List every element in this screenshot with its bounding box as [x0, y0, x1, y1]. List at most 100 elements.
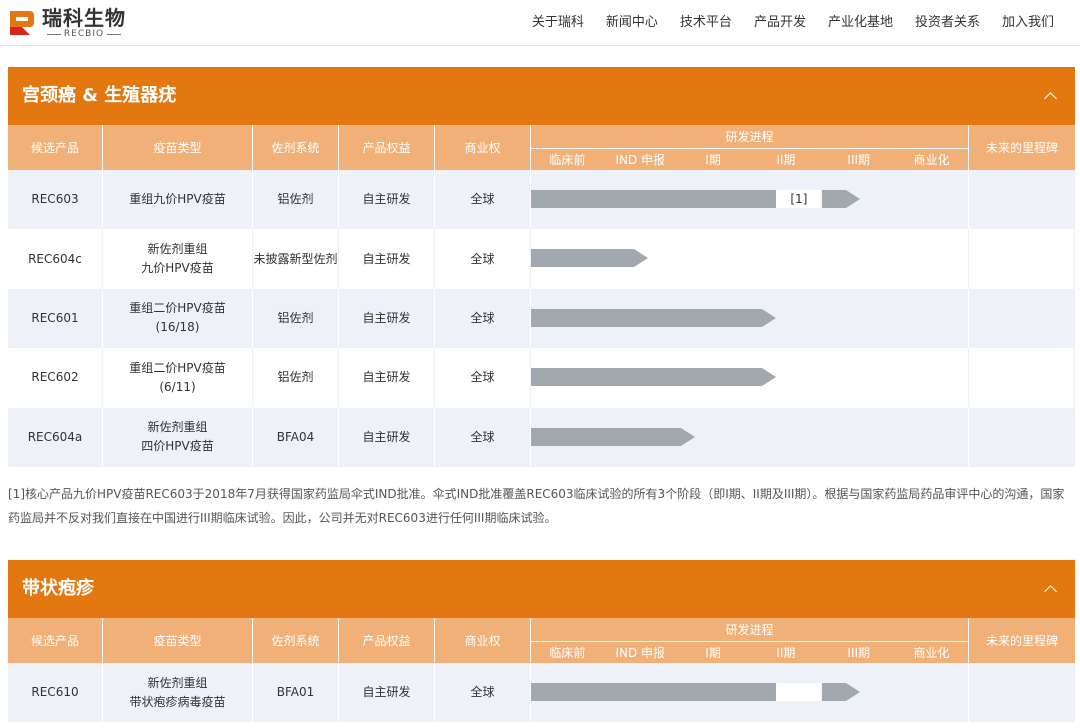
progress-arrow-icon: [761, 368, 776, 387]
stage-phase2: II期: [776, 646, 796, 660]
progress-bar-body: [531, 308, 762, 327]
progress-bar-segment: [821, 190, 846, 208]
progress-arrow-icon: [633, 249, 648, 268]
milestone-cell: [969, 170, 1075, 229]
nav-technology[interactable]: 技术平台: [680, 11, 732, 30]
progress-arrow-icon: [761, 308, 776, 327]
vaccine-type-line: 重组二价HPV疫苗: [129, 301, 226, 316]
progress-bar-body: [531, 249, 634, 268]
commercial-cell: 全球: [435, 288, 531, 349]
logo-name-en: RECBIO: [44, 29, 124, 39]
rights-cell: 自主研发: [339, 663, 435, 723]
stage-commercial: 商业化: [913, 646, 950, 660]
col-commercial: 商业权: [435, 125, 531, 170]
table-header: 候选产品 疫苗类型 佐剂系统 产品权益 商业权 研发进程 临床前 IND 申报 …: [8, 618, 1075, 663]
table-row: REC604c 新佐剂重组 九价HPV疫苗 未披露新型佐剂 自主研发 全球: [8, 229, 1075, 289]
progress-bar-body: [531, 427, 682, 446]
progress-cell: [531, 407, 969, 467]
table-row: REC610 新佐剂重组 带状疱疹病毒疫苗 BFA01 自主研发 全球: [8, 663, 1075, 723]
stage-commercial: 商业化: [913, 153, 950, 167]
vaccine-type-line: 新佐剂重组: [147, 420, 208, 435]
vaccine-type-cell: 新佐剂重组 四价HPV疫苗: [103, 407, 253, 467]
stage-labels: 临床前 IND 申报 I期 II期 III期 商业化: [531, 149, 968, 170]
footnote: [1]核心产品九价HPV疫苗REC603于2018年7月获得国家药监局伞式IND…: [8, 487, 1065, 525]
vaccine-type-cell: 重组九价HPV疫苗: [103, 170, 253, 230]
vaccine-type-line: 重组二价HPV疫苗: [129, 360, 226, 375]
progress-cell: [531, 348, 969, 408]
stage-phase2: II期: [776, 153, 796, 167]
progress-bar-gap: [776, 683, 822, 701]
stage-ind: IND 申报: [615, 153, 666, 167]
col-rights: 产品权益: [339, 618, 435, 663]
progress-bar-body: [531, 190, 777, 208]
progress-arrow-icon: [845, 683, 860, 701]
col-vaccine-type: 疫苗类型: [103, 125, 253, 170]
table-header: 候选产品 疫苗类型 佐剂系统 产品权益 商业权 研发进程 临床前 IND 申报 …: [8, 125, 1075, 170]
col-commercial: 商业权: [435, 618, 531, 663]
stage-ind: IND 申报: [615, 646, 666, 660]
stage-phase1: I期: [705, 153, 721, 167]
table-body: REC603 重组九价HPV疫苗 铝佐剂 自主研发 全球 [1] REC604c 新佐剂重组九…: [8, 170, 1075, 467]
adjuvant-cell: 铝佐剂: [253, 288, 339, 349]
progress-cell: [531, 229, 969, 289]
commercial-cell: 全球: [435, 348, 531, 408]
rights-cell: 自主研发: [339, 170, 435, 230]
progress-bar-gap: [1]: [776, 190, 822, 208]
table-row: REC601 重组二价HPV疫苗 (16/18) 铝佐剂 自主研发 全球: [8, 288, 1075, 349]
recbio-logo-icon: [8, 9, 36, 37]
vaccine-type-cell: 新佐剂重组 带状疱疹病毒疫苗: [103, 663, 253, 723]
nav-careers[interactable]: 加入我们: [1002, 11, 1054, 30]
progress-bar-body: [531, 368, 762, 387]
nav-manufacturing[interactable]: 产业化基地: [828, 11, 893, 30]
progress-title: 研发进程: [531, 618, 968, 642]
vaccine-type-cell: 重组二价HPV疫苗 (16/18): [103, 288, 253, 349]
pipeline-section-shingles: 带状疱疹 候选产品 疫苗类型 佐剂系统 产品权益 商业权 研发进程 临床前 IN…: [8, 560, 1075, 723]
rights-cell: 自主研发: [339, 229, 435, 289]
col-milestone: 未来的里程碑: [985, 634, 1058, 648]
section-title: 宫颈癌 & 生殖器疣: [22, 85, 177, 106]
nav-investors[interactable]: 投资者关系: [915, 11, 980, 30]
rights-cell: 自主研发: [339, 407, 435, 467]
progress-arrow-icon: [845, 190, 860, 208]
candidate-cell: REC601: [8, 288, 103, 349]
stage-phase1: I期: [705, 646, 721, 660]
section-title: 带状疱疹: [22, 578, 94, 599]
adjuvant-cell: 未披露新型佐剂: [253, 229, 339, 289]
site-header: 瑞科生物 RECBIO 关于瑞科 新闻中心 技术平台 产品开发 产业化基地 投资…: [0, 0, 1080, 46]
section-header: 带状疱疹: [8, 560, 1075, 618]
vaccine-type-line: 九价HPV疫苗: [141, 261, 214, 276]
table-row: REC603 重组九价HPV疫苗 铝佐剂 自主研发 全球 [1]: [8, 170, 1075, 230]
table-row: REC604a 新佐剂重组 四价HPV疫苗 BFA04 自主研发 全球: [8, 407, 1075, 467]
progress-cell: [531, 663, 969, 723]
stage-phase3: III期: [847, 646, 871, 660]
chevron-up-icon[interactable]: [1041, 86, 1061, 106]
main-nav: 关于瑞科 新闻中心 技术平台 产品开发 产业化基地 投资者关系 加入我们: [510, 0, 1054, 40]
rights-cell: 自主研发: [339, 288, 435, 349]
vaccine-type-line: 新佐剂重组: [147, 242, 208, 257]
logo[interactable]: 瑞科生物 RECBIO: [8, 5, 126, 41]
table-row: REC602 重组二价HPV疫苗 (6/11) 铝佐剂 自主研发 全球: [8, 348, 1075, 408]
adjuvant-cell: 铝佐剂: [253, 348, 339, 408]
col-candidate: 候选产品: [8, 125, 103, 170]
milestone-cell: [969, 229, 1075, 289]
adjuvant-cell: 铝佐剂: [253, 170, 339, 230]
stage-preclinical: 临床前: [549, 646, 586, 660]
chevron-up-icon[interactable]: [1041, 579, 1061, 599]
candidate-cell: REC604c: [8, 229, 103, 289]
progress-title: 研发进程: [531, 125, 968, 149]
candidate-cell: REC610: [8, 663, 103, 723]
stage-labels: 临床前 IND 申报 I期 II期 III期 商业化: [531, 642, 968, 663]
col-rights: 产品权益: [339, 125, 435, 170]
col-progress: 研发进程 临床前 IND 申报 I期 II期 III期 商业化: [531, 125, 969, 170]
vaccine-type-line: (16/18): [155, 320, 200, 335]
rights-cell: 自主研发: [339, 348, 435, 408]
col-candidate: 候选产品: [8, 618, 103, 663]
commercial-cell: 全球: [435, 229, 531, 289]
vaccine-type-cell: 新佐剂重组九价HPV疫苗: [103, 229, 253, 289]
nav-news[interactable]: 新闻中心: [606, 11, 658, 30]
progress-cell: [1]: [531, 170, 969, 230]
adjuvant-cell: BFA01: [253, 663, 339, 723]
nav-products[interactable]: 产品开发: [754, 11, 806, 30]
commercial-cell: 全球: [435, 170, 531, 230]
nav-about[interactable]: 关于瑞科: [532, 11, 584, 30]
